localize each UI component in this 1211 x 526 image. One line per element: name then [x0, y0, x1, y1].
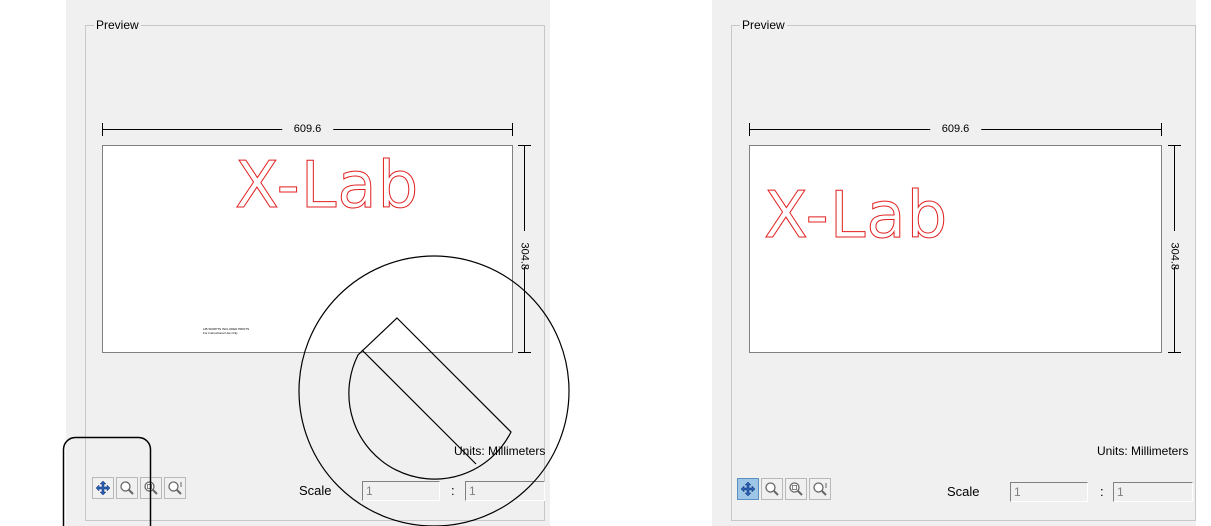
width-dimension: 609.6 — [749, 123, 1162, 136]
zoom-page-button[interactable] — [140, 477, 162, 499]
zoom-page-button[interactable] — [785, 478, 807, 500]
scale-left-field[interactable]: 1 — [1010, 482, 1088, 502]
pan-icon — [740, 481, 756, 497]
scale-right-field[interactable]: 1 — [1113, 482, 1193, 502]
width-dimension-label: 609.6 — [281, 123, 334, 136]
pan-icon — [95, 480, 111, 496]
zoom-icon — [120, 481, 134, 495]
zoom-in-button[interactable] — [116, 477, 138, 499]
zoom-page-icon — [789, 482, 803, 496]
design-text: X-Lab — [234, 149, 420, 223]
fine-print: LIB SKRIPTS INCLUDED PRINTS For Instruct… — [203, 327, 250, 335]
zoom-fit-button[interactable] — [809, 478, 831, 500]
scale-label: Scale — [947, 484, 980, 499]
scale-separator: : — [451, 483, 455, 498]
zoom-fit-icon — [168, 481, 182, 495]
scale-right-field[interactable]: 1 — [465, 481, 545, 501]
preview-group-title: Preview — [94, 18, 141, 32]
width-dimension-label: 609.6 — [929, 123, 982, 136]
design-text: X-Lab — [763, 179, 949, 253]
width-dimension: 609.6 — [102, 123, 513, 136]
zoom-in-button[interactable] — [761, 478, 783, 500]
height-dimension: 304.8 — [518, 145, 531, 353]
units-label: Units: Millimeters — [454, 444, 546, 458]
height-dimension: 304.8 — [1168, 145, 1181, 353]
height-dimension-label: 304.8 — [518, 242, 531, 271]
zoom-fit-button[interactable] — [164, 477, 186, 499]
zoom-page-icon — [144, 481, 158, 495]
scale-separator: : — [1100, 484, 1104, 499]
zoom-fit-icon — [813, 482, 827, 496]
zoom-icon — [765, 482, 779, 496]
left-preview-panel: Preview 609.6 X-Lab LIB SKRIPTS INCLUDED… — [66, 0, 550, 526]
scale-label: Scale — [299, 483, 332, 498]
preview-canvas[interactable]: X-Lab — [749, 145, 1162, 353]
preview-group-title: Preview — [740, 18, 787, 32]
scale-left-field[interactable]: 1 — [362, 481, 440, 501]
pan-tool-button[interactable] — [737, 478, 759, 500]
right-preview-panel: Preview 609.6 X-Lab 304.8 Units: Millime… — [712, 0, 1196, 526]
units-label: Units: Millimeters — [1097, 444, 1189, 458]
height-dimension-label: 304.8 — [1168, 242, 1181, 271]
preview-canvas[interactable]: X-Lab LIB SKRIPTS INCLUDED PRINTS For In… — [102, 145, 513, 353]
pan-tool-button[interactable] — [92, 477, 114, 499]
